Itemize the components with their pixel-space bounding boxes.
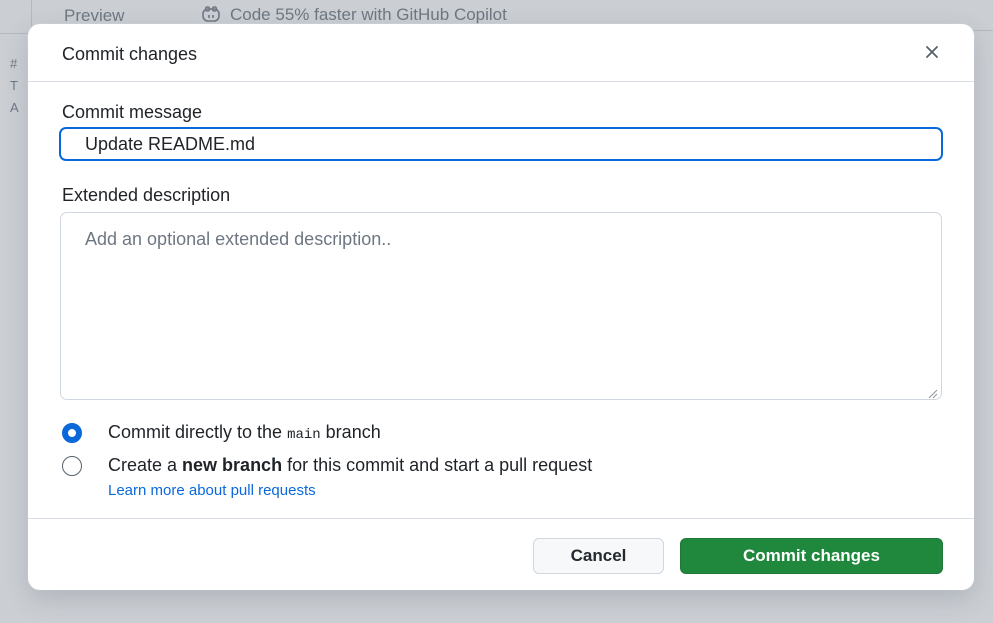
resize-grip-icon[interactable] bbox=[928, 386, 938, 399]
new-branch-label: Create a new branch for this commit and … bbox=[108, 455, 593, 475]
commit-message-input[interactable] bbox=[59, 127, 943, 161]
dialog-title: Commit changes bbox=[62, 44, 198, 64]
commit-direct-option[interactable]: Commit directly to the main branch bbox=[62, 422, 381, 443]
commit-direct-label: Commit directly to the main branch bbox=[108, 422, 381, 443]
new-branch-radio[interactable] bbox=[62, 455, 82, 476]
dialog-footer: Cancel Commit changes bbox=[28, 518, 974, 590]
close-icon bbox=[925, 45, 939, 64]
commit-changes-dialog: Commit changes Commit message Extended d… bbox=[28, 24, 974, 590]
dialog-header: Commit changes bbox=[28, 24, 974, 82]
commit-changes-button[interactable]: Commit changes bbox=[680, 538, 943, 574]
close-button[interactable] bbox=[920, 42, 944, 66]
cancel-button[interactable]: Cancel bbox=[533, 538, 664, 574]
commit-direct-radio[interactable] bbox=[62, 422, 82, 443]
extended-description-textarea[interactable] bbox=[60, 212, 942, 400]
learn-more-pull-requests-link[interactable]: Learn more about pull requests bbox=[108, 482, 316, 499]
new-branch-option[interactable]: Create a new branch for this commit and … bbox=[62, 455, 592, 476]
commit-message-label: Commit message bbox=[62, 102, 203, 122]
branch-name: main bbox=[287, 427, 321, 443]
extended-description-label: Extended description bbox=[62, 185, 231, 205]
